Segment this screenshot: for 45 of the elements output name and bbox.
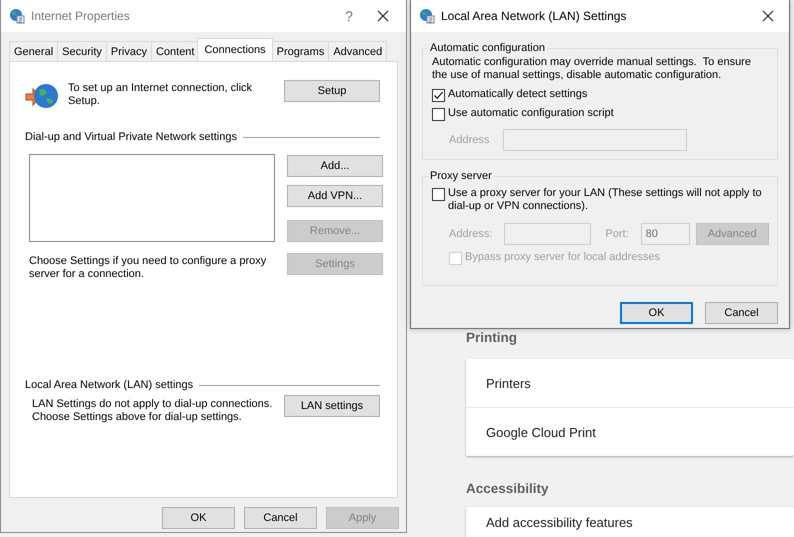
group-heading: Proxy server	[429, 170, 493, 182]
checkbox-label: Bypass proxy server for local addresses	[465, 251, 660, 263]
button[interactable]: OK	[620, 302, 693, 324]
settings-item[interactable]: Google Cloud Print	[466, 407, 794, 456]
button[interactable]: OK	[162, 507, 235, 529]
checkbox[interactable]	[432, 108, 445, 121]
globe-arrow-icon	[25, 82, 59, 110]
settings-item[interactable]: Printers	[466, 359, 794, 407]
tab[interactable]: Advanced	[328, 41, 388, 61]
field-label: Address:	[449, 228, 492, 240]
lan-note: LAN Settings do not apply to dial-up connections. Choose Settings above for dial-up settings.	[32, 398, 274, 424]
proxy-note: Choose Settings if you need to configure a proxy server for a connection.	[29, 255, 268, 281]
settings-item[interactable]: Add accessibility features	[466, 507, 794, 537]
section-heading: Accessibility	[466, 481, 550, 498]
button[interactable]: Add VPN...	[287, 185, 383, 208]
address-field[interactable]	[504, 223, 592, 245]
field-label: Port:	[605, 228, 629, 240]
group-heading-text: Dial-up and Virtual Private Network settings	[25, 131, 237, 143]
checkbox-label: Use automatic configuration script	[448, 107, 614, 119]
checkbox-label: Automatically detect settings	[448, 88, 588, 100]
window-title: Internet Properties	[31, 9, 130, 23]
globe-icon	[9, 8, 25, 24]
setup-text: To set up an Internet connection, click Setup.	[68, 82, 254, 108]
button[interactable]: Cancel	[705, 302, 778, 324]
checkbox-label: Use a proxy server for your LAN (These settings will not apply to dial-up or VPN connections).	[448, 187, 763, 213]
group-heading-text: Local Area Network (LAN) settings	[25, 379, 194, 391]
description: Automatic configuration may override manual settings. To ensure the use of manual settings, disable automatic configuration.	[432, 56, 752, 82]
tab[interactable]: General	[9, 41, 58, 61]
field-label: Address	[449, 134, 490, 146]
group-heading: Automatic configuration	[429, 42, 546, 54]
section-heading: Printing	[466, 330, 518, 347]
button[interactable]: Cancel	[244, 507, 317, 529]
button[interactable]: Add...	[287, 155, 383, 177]
setup-button[interactable]: Setup	[284, 80, 380, 102]
checkbox[interactable]	[432, 188, 445, 201]
globe-icon	[419, 8, 435, 24]
window-title: Local Area Network (LAN) Settings	[441, 9, 626, 23]
tab[interactable]: Connections	[197, 38, 273, 61]
help-button[interactable]: ?	[334, 8, 364, 24]
connections-list[interactable]	[29, 154, 275, 242]
close-icon	[377, 10, 389, 22]
close-icon	[762, 10, 774, 22]
lan-settings-button[interactable]: LAN settings	[284, 395, 380, 417]
checkbox[interactable]	[432, 89, 445, 102]
address-field[interactable]	[503, 129, 688, 151]
